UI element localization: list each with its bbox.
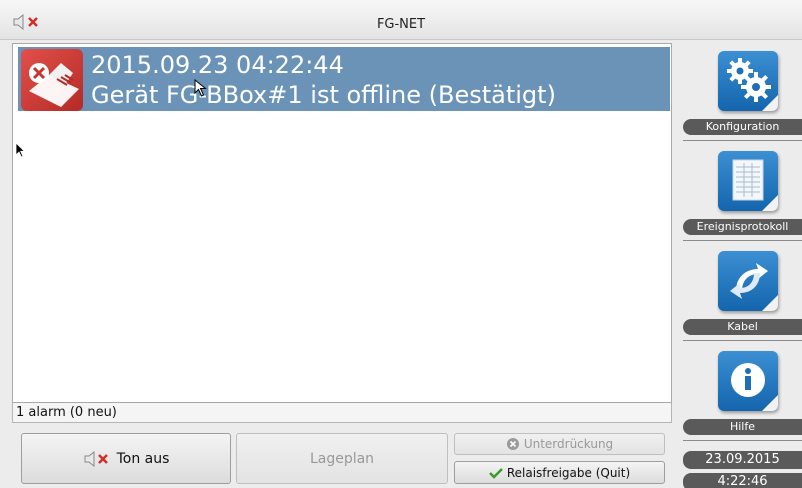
alarm-list-item[interactable]: 2015.09.23 04:22:44 Gerät FG-BBox#1 ist … — [18, 47, 670, 111]
checkmark-icon — [488, 467, 503, 479]
alarm-status-bar: 1 alarm (0 neu) — [12, 403, 672, 423]
alarm-list[interactable]: 2015.09.23 04:22:44 Gerät FG-BBox#1 ist … — [12, 43, 672, 403]
window-title: FG-NET — [376, 17, 426, 32]
divider — [683, 440, 802, 441]
device-offline-icon — [21, 49, 83, 111]
kabel-tile[interactable] — [718, 251, 778, 311]
time-display: 4:22:46 — [683, 473, 802, 488]
sidebar-item-hilfe[interactable]: Hilfe — [683, 419, 802, 435]
relaisfreigabe-label: Relaisfreigabe (Quit) — [506, 465, 631, 480]
ton-aus-label: Ton aus — [116, 450, 170, 467]
unterdrueckung-label: Unterdrückung — [523, 437, 614, 451]
mouse-pointer-icon — [15, 142, 26, 158]
divider — [683, 340, 802, 341]
relaisfreigabe-button[interactable]: Relaisfreigabe (Quit) — [454, 461, 665, 484]
alarm-timestamp: 2015.09.23 04:22:44 — [91, 51, 344, 79]
divider — [683, 240, 802, 241]
cancel-circle-icon — [506, 438, 519, 450]
sidebar-item-kabel[interactable]: Kabel — [683, 319, 802, 335]
sidebar-item-konfiguration[interactable]: Konfiguration — [683, 119, 802, 135]
app-window: FG-NET 2015.09.23 04:22:44 Gerät FG-BBox… — [0, 0, 802, 488]
sidebar-item-ereignisprotokoll[interactable]: Ereignisprotokoll — [683, 219, 802, 235]
konfiguration-tile[interactable] — [718, 51, 778, 111]
alarm-message: Gerät FG-BBox#1 ist offline (Bestätigt) — [91, 81, 556, 109]
divider — [683, 140, 802, 141]
title-bar: FG-NET — [0, 0, 802, 40]
ereignisprotokoll-tile[interactable] — [718, 151, 778, 211]
speaker-muted-icon — [84, 450, 108, 467]
ton-aus-button[interactable]: Ton aus — [21, 433, 231, 484]
unterdrueckung-button[interactable]: Unterdrückung — [454, 433, 665, 455]
lageplan-button[interactable]: Lageplan — [236, 433, 448, 484]
hilfe-tile[interactable] — [718, 351, 778, 411]
date-display: 23.09.2015 — [683, 451, 802, 469]
lageplan-label: Lageplan — [309, 450, 375, 467]
mouse-pointer-icon — [194, 79, 207, 97]
